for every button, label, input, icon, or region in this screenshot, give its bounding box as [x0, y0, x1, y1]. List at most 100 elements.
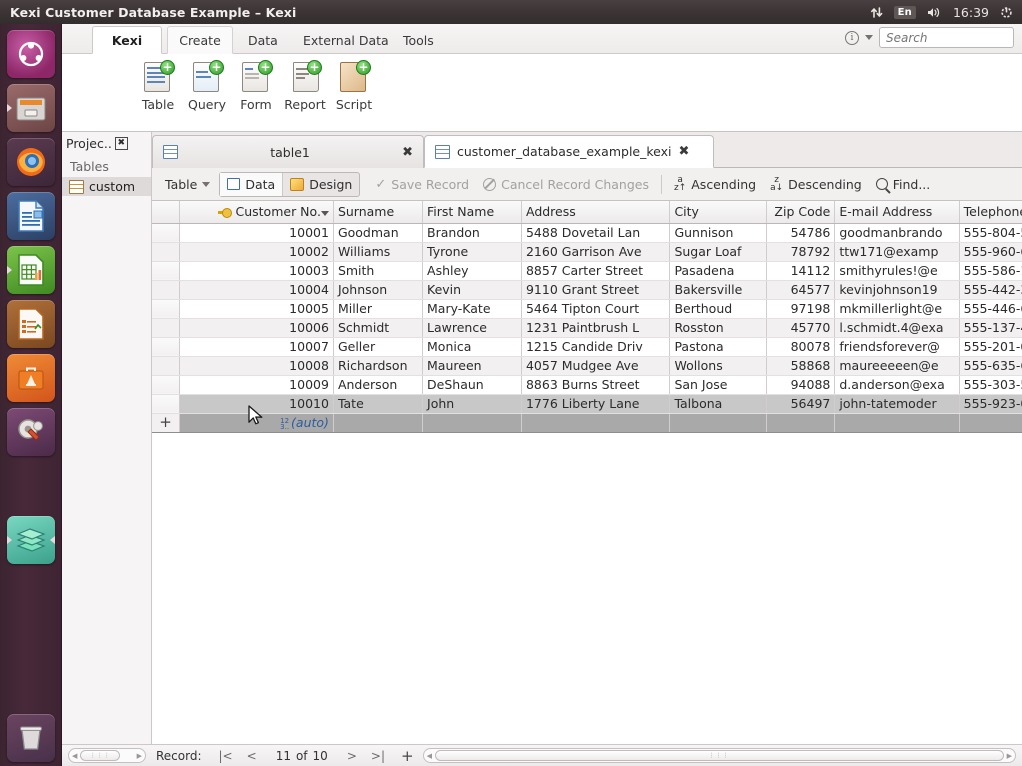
table-cell[interactable]: 555-960-6501	[959, 242, 1022, 262]
close-icon[interactable]: ✖	[679, 145, 690, 158]
row-header[interactable]	[152, 318, 180, 338]
table-cell[interactable]: 10007	[179, 337, 334, 357]
table-cell[interactable]: 58868	[766, 356, 836, 376]
data-grid[interactable]: Customer No. Surname First Name Address City…	[152, 201, 1022, 744]
scrollbar-thumb[interactable]: ⋮⋮⋮	[434, 750, 1004, 761]
table-cell[interactable]: Monica	[422, 337, 522, 357]
column-header-city[interactable]: City	[669, 201, 768, 224]
table-cell[interactable]: Williams	[333, 242, 424, 262]
scroll-right-icon[interactable]: ▶	[1004, 752, 1015, 760]
project-item-customer-table[interactable]: custom	[62, 177, 151, 196]
table-cell[interactable]: 10004	[179, 280, 334, 300]
new-record-auto-cell[interactable]: 12 3.. (auto)	[178, 412, 334, 433]
table-cell[interactable]: Tate	[333, 394, 424, 414]
scroll-left-icon[interactable]: ◀	[69, 752, 80, 760]
column-header-address[interactable]: Address	[521, 201, 671, 224]
column-header-zip-code[interactable]: Zip Code	[766, 201, 836, 224]
add-record-button[interactable]: +	[392, 747, 423, 765]
table-cell[interactable]: DeShaun	[422, 375, 522, 395]
row-header[interactable]	[152, 261, 180, 281]
table-cell[interactable]: ttw171@examp	[834, 242, 960, 262]
table-cell[interactable]: 1776 Liberty Lane	[521, 394, 671, 414]
table-cell[interactable]: Ashley	[422, 261, 522, 281]
table-cell[interactable]: Bakersville	[669, 280, 768, 300]
table-cell[interactable]: kevinjohnson19	[834, 280, 960, 300]
table-cell[interactable]: Mary-Kate	[422, 299, 522, 319]
scroll-right-icon[interactable]: ▶	[134, 752, 145, 760]
libreoffice-writer-icon[interactable]	[7, 192, 55, 240]
table-cell[interactable]: 555-137-4975	[959, 318, 1022, 338]
table-cell[interactable]: 555-446-6858	[959, 299, 1022, 319]
table-cell[interactable]: Maureen	[422, 356, 522, 376]
table-cell[interactable]: Geller	[333, 337, 424, 357]
table-cell[interactable]: 555-586-1180	[959, 261, 1022, 281]
search-input[interactable]	[879, 27, 1014, 48]
table-cell[interactable]: friendsforever@	[834, 337, 960, 357]
table-cell[interactable]: 5488 Dovetail Lan	[521, 223, 671, 243]
table-row[interactable]: 10002 Williams Tyrone 2160 Garrison Ave Suga…	[152, 242, 1022, 262]
clock[interactable]: 16:39	[953, 5, 989, 20]
gear-power-icon[interactable]	[1000, 6, 1013, 19]
system-settings-icon[interactable]	[7, 408, 55, 456]
table-cell[interactable]: Wollons	[669, 356, 768, 376]
trash-icon[interactable]	[7, 714, 55, 762]
table-cell[interactable]: 78792	[766, 242, 836, 262]
table-cell[interactable]: 64577	[766, 280, 836, 300]
cancel-record-changes-button[interactable]: Cancel Record Changes	[476, 172, 656, 197]
row-header[interactable]	[152, 394, 180, 414]
table-cell[interactable]: Richardson	[333, 356, 424, 376]
info-icon[interactable]: i	[845, 30, 859, 45]
menu-tab-kexi[interactable]: Kexi	[92, 26, 162, 54]
table-cell[interactable]: 80078	[766, 337, 836, 357]
table-cell[interactable]: 1231 Paintbrush L	[521, 318, 671, 338]
next-record-button[interactable]: >	[340, 749, 364, 763]
table-cell[interactable]: 10005	[179, 299, 334, 319]
table-cell[interactable]: Kevin	[422, 280, 522, 300]
table-cell[interactable]: Anderson	[333, 375, 424, 395]
save-record-button[interactable]: ✓ Save Record	[368, 172, 476, 197]
current-record-number[interactable]: 11	[276, 749, 291, 763]
table-cell[interactable]: 555-923-0904	[959, 394, 1022, 414]
row-header[interactable]	[152, 337, 180, 357]
menu-tab-tools[interactable]: Tools	[392, 26, 445, 54]
menu-tab-create[interactable]: Create	[167, 26, 233, 54]
table-cell[interactable]: 10002	[179, 242, 334, 262]
kexi-icon[interactable]	[7, 516, 55, 564]
design-view-button[interactable]: Design	[283, 173, 359, 196]
table-row[interactable]: 10007 Geller Monica 1215 Candide Driv Paston…	[152, 337, 1022, 357]
table-cell[interactable]: Goodman	[333, 223, 424, 243]
table-cell[interactable]: Talbona	[669, 394, 768, 414]
table-cell[interactable]: maureeeeen@e	[834, 356, 960, 376]
scroll-left-icon[interactable]: ◀	[424, 752, 435, 760]
table-cell[interactable]: Berthoud	[669, 299, 768, 319]
column-header-e-mail-address[interactable]: E-mail Address	[834, 201, 960, 224]
table-cell[interactable]: 94088	[766, 375, 836, 395]
row-header[interactable]	[152, 299, 180, 319]
new-record-marker[interactable]: +	[152, 413, 180, 433]
table-cell[interactable]: 555-442-3165	[959, 280, 1022, 300]
new-record-cell[interactable]	[422, 413, 522, 433]
new-record-cell[interactable]	[521, 413, 671, 433]
table-cell[interactable]: 1215 Candide Driv	[521, 337, 671, 357]
libreoffice-impress-icon[interactable]	[7, 300, 55, 348]
table-cell[interactable]: 555-804-5578	[959, 223, 1022, 243]
table-cell[interactable]: mkmillerlight@e	[834, 299, 960, 319]
table-cell[interactable]: John	[422, 394, 522, 414]
table-cell[interactable]: 56497	[766, 394, 836, 414]
table-cell[interactable]: 2160 Garrison Ave	[521, 242, 671, 262]
new-record-cell[interactable]	[959, 413, 1022, 433]
column-header-customer-no[interactable]: Customer No.	[179, 201, 334, 224]
table-cell[interactable]: 5464 Tipton Court	[521, 299, 671, 319]
table-cell[interactable]: Lawrence	[422, 318, 522, 338]
new-record-cell[interactable]	[333, 413, 424, 433]
column-header-first-name[interactable]: First Name	[422, 201, 522, 224]
table-cell[interactable]: 10008	[179, 356, 334, 376]
new-script-button[interactable]: + Script	[324, 60, 384, 126]
table-cell[interactable]: 8863 Burns Street	[521, 375, 671, 395]
table-cell[interactable]: Schmidt	[333, 318, 424, 338]
table-row[interactable]: 10004 Johnson Kevin 9110 Grant Street Bakers…	[152, 280, 1022, 300]
table-row[interactable]: 10010 Tate John 1776 Liberty Lane Talbona 564…	[152, 394, 1022, 414]
scrollbar-thumb[interactable]: ⋮⋮⋮	[80, 750, 121, 761]
table-cell[interactable]: 45770	[766, 318, 836, 338]
column-header-surname[interactable]: Surname	[333, 201, 424, 224]
